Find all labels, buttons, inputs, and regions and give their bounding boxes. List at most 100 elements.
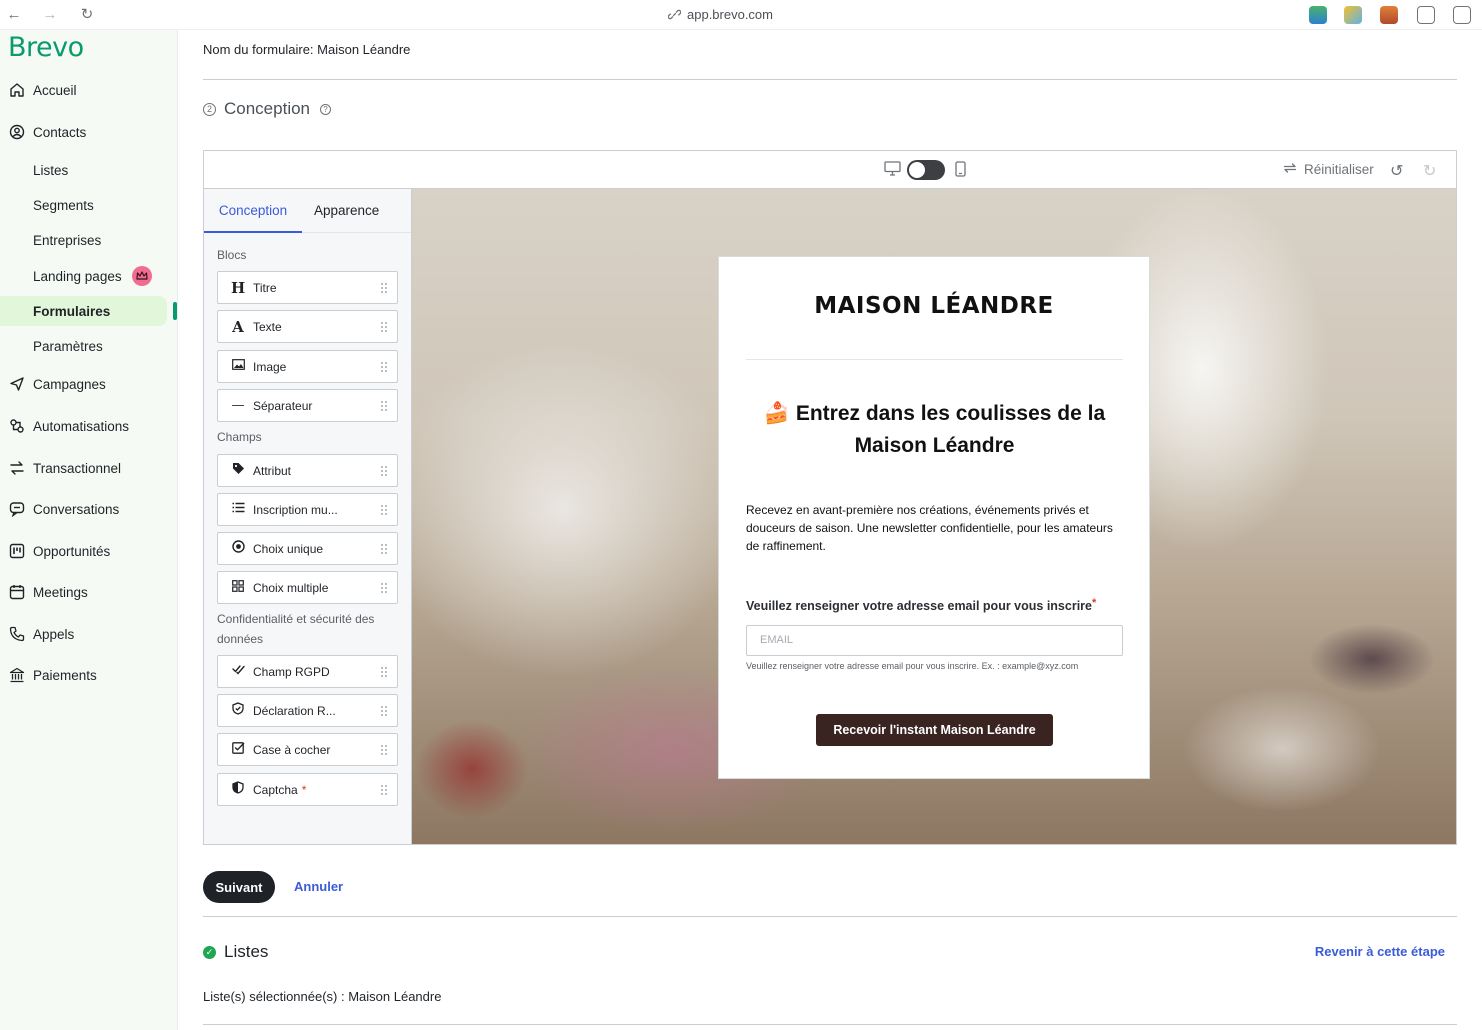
- email-field-label-text: Veuillez renseigner votre adresse email …: [746, 599, 1092, 613]
- block-label: Attribut: [253, 463, 292, 478]
- checkbox-icon: [231, 741, 245, 758]
- sidebar-item-landing-pages[interactable]: Landing pages: [0, 261, 178, 291]
- preview-divider: [746, 359, 1123, 360]
- back-arrow-icon[interactable]: ←: [5, 6, 23, 24]
- back-to-step-link[interactable]: Revenir à cette étape: [1315, 944, 1445, 959]
- reset-icon: [1283, 162, 1297, 177]
- sidebar-item-paiements[interactable]: Paiements: [0, 660, 178, 690]
- drag-handle-icon[interactable]: [380, 281, 388, 294]
- sidebar-item-label: Listes: [33, 162, 69, 178]
- drag-handle-icon[interactable]: [380, 704, 388, 717]
- extension-icon[interactable]: [1309, 6, 1327, 24]
- help-icon[interactable]: ?: [320, 103, 332, 115]
- field-attribut[interactable]: Attribut: [217, 454, 398, 487]
- extension-icon[interactable]: [1380, 6, 1398, 24]
- undo-icon[interactable]: ↺: [1390, 161, 1403, 181]
- sidebar-item-accueil[interactable]: Accueil: [0, 75, 178, 105]
- sidebar-item-segments[interactable]: Segments: [0, 190, 178, 220]
- extension-icon[interactable]: [1344, 6, 1362, 24]
- block-separateur[interactable]: — Séparateur: [217, 389, 398, 422]
- redo-icon[interactable]: ↻: [1423, 161, 1436, 181]
- sidebar-item-contacts[interactable]: Contacts: [0, 117, 178, 147]
- brevo-logo[interactable]: Brevo: [8, 32, 84, 63]
- automation-icon: [8, 418, 25, 435]
- required-marker: *: [301, 782, 307, 797]
- drag-handle-icon[interactable]: [380, 360, 388, 373]
- drag-handle-icon[interactable]: [380, 399, 388, 412]
- home-icon: [8, 82, 25, 99]
- extensions-menu-icon[interactable]: [1417, 6, 1435, 24]
- mobile-icon[interactable]: [955, 161, 966, 177]
- toggle-knob: [909, 162, 925, 178]
- field-case-a-cocher[interactable]: Case à cocher: [217, 733, 398, 766]
- form-preview-card: MAISON LÉANDRE 🍰 Entrez dans les couliss…: [718, 256, 1150, 779]
- sidebar-item-label: Paiements: [33, 667, 97, 683]
- sidebar-item-automatisations[interactable]: Automatisations: [0, 411, 178, 441]
- block-label: Inscription mu...: [253, 502, 338, 517]
- tab-conception[interactable]: Conception: [204, 189, 302, 233]
- drag-handle-icon[interactable]: [380, 464, 388, 477]
- next-button[interactable]: Suivant: [203, 871, 275, 903]
- address-bar[interactable]: app.brevo.com: [668, 7, 773, 22]
- sidebar-item-label: Conversations: [33, 501, 120, 517]
- email-field-help: Veuillez renseigner votre adresse email …: [746, 661, 1079, 671]
- block-label: Champ RGPD: [253, 664, 330, 679]
- email-field-label[interactable]: Veuillez renseigner votre adresse email …: [746, 597, 1096, 613]
- reload-icon[interactable]: ↻: [78, 6, 96, 24]
- chat-icon: [8, 501, 25, 518]
- divider: [203, 79, 1457, 80]
- sidebar-item-conversations[interactable]: Conversations: [0, 494, 178, 524]
- device-toggle[interactable]: [907, 160, 945, 180]
- sidebar-item-label: Campagnes: [33, 376, 106, 392]
- sidebar-item-entreprises[interactable]: Entreprises: [0, 225, 178, 255]
- drag-handle-icon[interactable]: [380, 503, 388, 516]
- sidebar-item-opportunites[interactable]: Opportunités: [0, 536, 178, 566]
- required-marker: *: [1091, 597, 1097, 609]
- drag-handle-icon[interactable]: [380, 783, 388, 796]
- drag-handle-icon[interactable]: [380, 743, 388, 756]
- step-title: Conception: [224, 99, 311, 118]
- preview-text[interactable]: Recevez en avant-première nos créations,…: [746, 501, 1123, 555]
- drag-handle-icon[interactable]: [380, 320, 388, 333]
- check-circle-icon: ✓: [203, 945, 216, 959]
- preview-title[interactable]: 🍰 Entrez dans les coulisses de la Maison…: [746, 398, 1123, 462]
- sidebar-item-transactionnel[interactable]: Transactionnel: [0, 453, 178, 483]
- field-captcha[interactable]: Captcha *: [217, 773, 398, 806]
- block-image[interactable]: Image: [217, 350, 398, 383]
- sidebar-item-listes[interactable]: Listes: [0, 155, 178, 185]
- sidebar-item-formulaires[interactable]: Formulaires: [0, 296, 167, 326]
- drag-handle-icon[interactable]: [380, 665, 388, 678]
- email-field[interactable]: EMAIL: [746, 625, 1123, 656]
- sidebar-item-meetings[interactable]: Meetings: [0, 577, 178, 607]
- block-titre[interactable]: H Titre: [217, 271, 398, 304]
- forward-arrow-icon[interactable]: →: [41, 6, 59, 24]
- sidebar-item-campagnes[interactable]: Campagnes: [0, 369, 178, 399]
- sidebar-toggle-icon[interactable]: [1453, 6, 1471, 24]
- heading-icon: H: [231, 278, 246, 297]
- transactional-icon: [8, 460, 25, 477]
- field-declaration-rgpd[interactable]: Déclaration R...: [217, 694, 398, 727]
- reset-button[interactable]: Réinitialiser: [1283, 162, 1374, 177]
- field-inscription-multiple[interactable]: Inscription mu...: [217, 493, 398, 526]
- sidebar-item-appels[interactable]: Appels: [0, 619, 178, 649]
- block-texte[interactable]: A Texte: [217, 310, 398, 343]
- desktop-icon[interactable]: [884, 161, 901, 176]
- field-choix-unique[interactable]: Choix unique: [217, 532, 398, 565]
- field-champ-rgpd[interactable]: Champ RGPD: [217, 655, 398, 688]
- tab-apparence[interactable]: Apparence: [314, 189, 379, 233]
- section-label-champs: Champs: [217, 430, 262, 444]
- check-icon: [231, 664, 245, 679]
- image-icon: [231, 359, 245, 374]
- sidebar-item-label: Landing pages: [33, 268, 122, 284]
- subscribe-button[interactable]: Recevoir l'instant Maison Léandre: [816, 714, 1053, 746]
- field-choix-multiple[interactable]: Choix multiple: [217, 571, 398, 604]
- sidebar-item-parametres[interactable]: Paramètres: [0, 331, 178, 361]
- section-label-blocs: Blocs: [217, 248, 247, 262]
- block-label: Image: [253, 359, 287, 374]
- drag-handle-icon[interactable]: [380, 542, 388, 555]
- drag-handle-icon[interactable]: [380, 581, 388, 594]
- panel-tabs: Conception Apparence: [204, 189, 411, 233]
- sidebar-item-label: Paramètres: [33, 338, 103, 354]
- cancel-button[interactable]: Annuler: [294, 879, 343, 894]
- brand-logo[interactable]: MAISON LÉANDRE: [719, 293, 1149, 319]
